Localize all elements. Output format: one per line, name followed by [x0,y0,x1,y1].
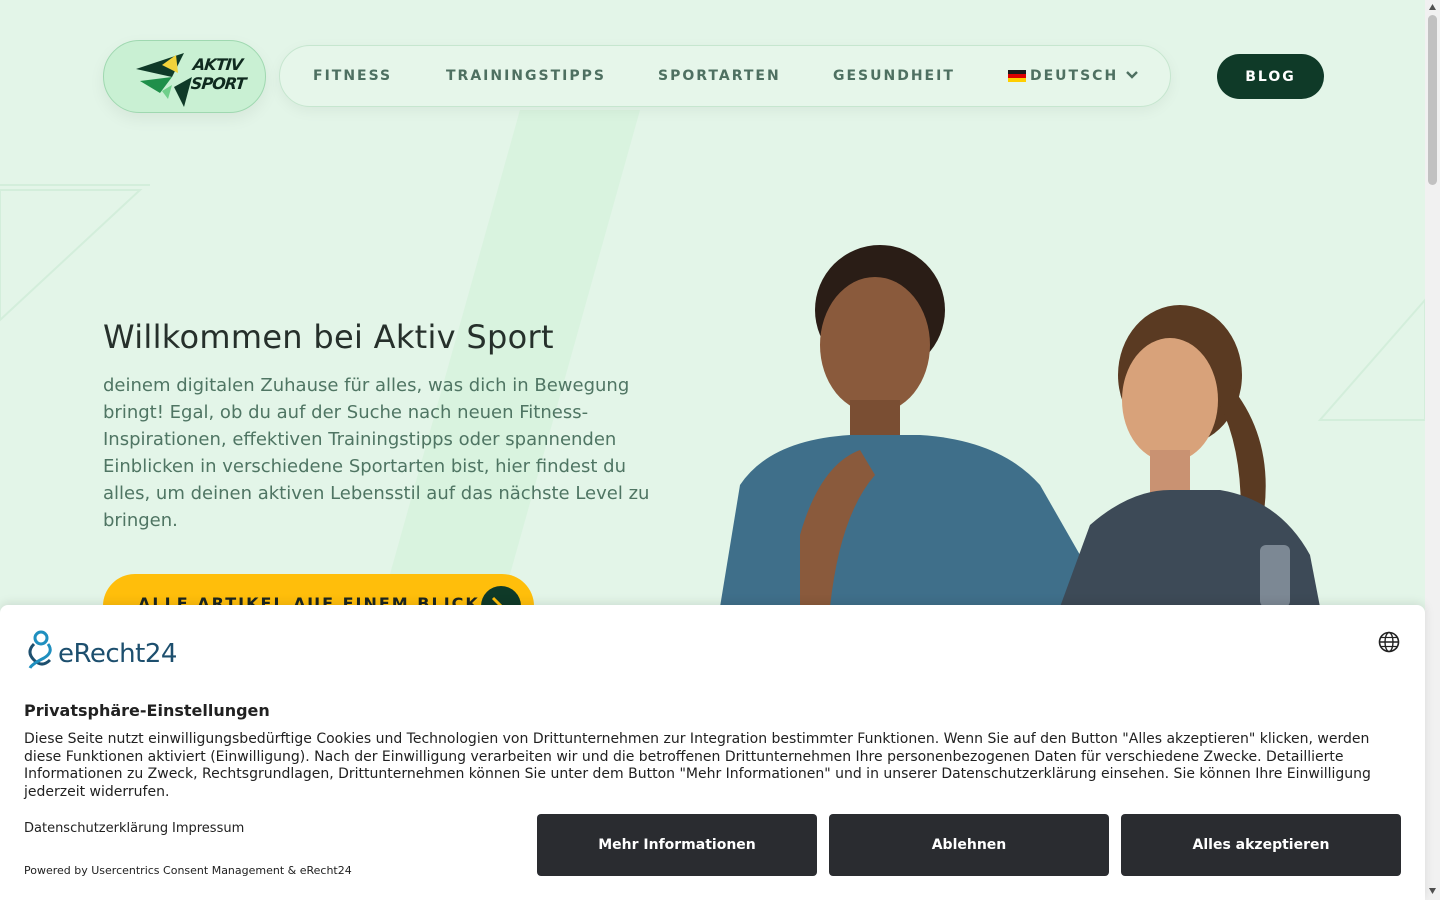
hero-text: deinem digitalen Zuhause für alles, was … [103,375,650,531]
nav-item-trainingstipps[interactable]: TRAININGSTIPPS [446,68,606,84]
consent-banner: eRecht24 Privatsphäre-Einstellungen Dies… [0,605,1425,900]
erecht24-logo-icon [28,630,52,669]
nav-item-gesundheit[interactable]: GESUNDHEIT [833,68,955,84]
scroll-up-icon[interactable] [1428,3,1437,11]
nav-item-sportarten[interactable]: SPORTARTEN [658,68,781,84]
chevron-down-icon[interactable] [1125,68,1139,82]
powered-by-text: Powered by Usercentrics Consent Manageme… [24,864,352,877]
nav-item-fitness[interactable]: FITNESS [313,68,392,84]
hero-title: Willkommen bei Aktiv Sport [103,318,554,356]
decline-button[interactable]: Ablehnen [829,814,1109,876]
main-nav: FITNESS TRAININGSTIPPS SPORTARTEN GESUND… [279,45,1171,107]
logo-text: AKTIV SPORT [190,55,247,93]
erecht24-logo [24,630,58,670]
consent-title: Privatsphäre-Einstellungen [24,701,270,720]
accept-all-button[interactable]: Alles akzeptieren [1121,814,1401,876]
scroll-thumb[interactable] [1428,15,1437,185]
hero-runners-image [720,245,1320,607]
imprint-link[interactable]: Impressum [172,821,244,836]
logo[interactable]: AKTIV SPORT [103,40,266,113]
language-selector[interactable]: DEUTSCH [1030,68,1118,84]
consent-text: Diese Seite nutzt einwilligungsbedürftig… [24,731,1371,800]
page-scrollbar[interactable] [1425,0,1440,900]
more-info-button[interactable]: Mehr Informationen [537,814,817,876]
scroll-down-icon[interactable] [1428,887,1437,895]
erecht24-brand: eRecht24 [58,639,177,669]
globe-icon[interactable] [1378,631,1400,653]
blog-button[interactable]: BLOG [1217,54,1324,99]
german-flag-icon [1008,70,1026,82]
privacy-policy-link[interactable]: Datenschutzerklärung [24,821,168,836]
